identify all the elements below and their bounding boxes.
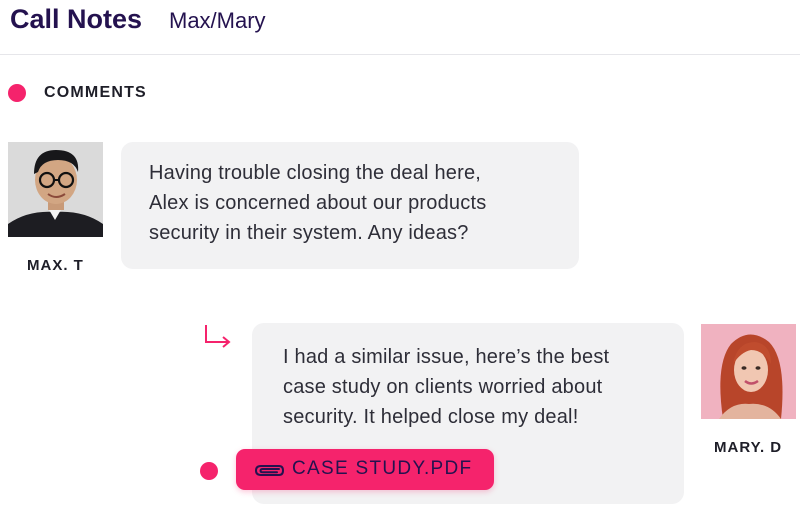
avatar-mary[interactable]	[701, 324, 796, 419]
comment-bubble-max: Having trouble closing the deal here, Al…	[121, 142, 579, 269]
user-photo-mary-icon	[701, 324, 796, 419]
comment-line: I had a similar issue, here’s the best	[283, 346, 610, 368]
section-label: COMMENTS	[44, 84, 147, 101]
comment-line: security in their system. Any ideas?	[149, 222, 469, 244]
attachment-label: CASE STUDY.PDF	[292, 458, 473, 479]
user-photo-max-icon	[8, 142, 103, 237]
paperclip-icon	[254, 465, 285, 476]
section-dot-icon	[8, 84, 26, 102]
comment-line: security. It helped close my deal!	[283, 406, 579, 428]
comment-text-mary: I had a similar issue, here’s the best c…	[283, 342, 609, 432]
comment-text-max: Having trouble closing the deal here, Al…	[149, 158, 486, 248]
attachment-dot-icon	[200, 462, 218, 480]
comment-line: Alex is concerned about our products	[149, 192, 487, 214]
reply-arrow-icon	[205, 325, 231, 348]
comment-line: case study on clients worried about	[283, 376, 603, 398]
author-name-max: MAX. T	[27, 257, 84, 274]
page-subtitle: Max/Mary	[169, 8, 266, 33]
attachment-button[interactable]: CASE STUDY.PDF	[236, 449, 494, 490]
page-title: Call Notes	[10, 4, 143, 34]
avatar-max[interactable]	[8, 142, 103, 237]
comment-line: Having trouble closing the deal here,	[149, 162, 482, 184]
author-name-mary: MARY. D	[714, 439, 783, 456]
page-header: Call Notes Max/Mary	[0, 0, 800, 55]
